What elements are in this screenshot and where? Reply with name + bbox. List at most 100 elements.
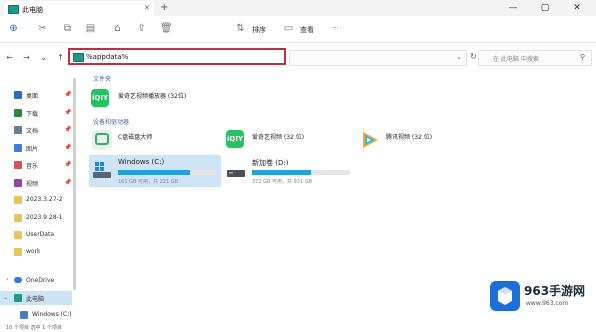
iqiyi-icon: iQIY [91, 89, 109, 107]
search-placeholder: 在 此电脑 中搜索 [493, 56, 539, 63]
rename-icon[interactable]: ⌂ [112, 23, 123, 34]
sidebar-item[interactable]: 图片 📌 [14, 141, 74, 155]
sidebar-item[interactable]: UserData [14, 228, 74, 242]
sidebar-item[interactable]: 文档 📌 [14, 123, 74, 137]
minimize-button[interactable]: — [498, 2, 528, 14]
drive-label[interactable]: 新加卷 (D:) [252, 158, 288, 168]
sidebar-item-label: Windows (C:) [32, 311, 72, 318]
folder-icon [14, 231, 22, 239]
sidebar-scrollbar[interactable] [73, 78, 76, 290]
folder-icon [14, 214, 22, 222]
windows-drive-icon [92, 160, 112, 180]
folder-icon [14, 248, 22, 256]
sidebar-item[interactable]: 下载 📌 [14, 106, 74, 120]
sort-button[interactable]: 排序 [252, 25, 266, 35]
drive-usage-bar [252, 170, 350, 175]
drive-icon [20, 311, 28, 319]
sidebar-item[interactable]: work [14, 245, 74, 259]
pin-icon: 📌 [64, 144, 72, 151]
tencent-video-icon [360, 130, 380, 150]
sidebar-item-label: work [26, 248, 41, 255]
library-icon [14, 109, 22, 117]
library-icon [14, 126, 22, 134]
new-tab-button[interactable]: + [160, 2, 168, 13]
view-icon[interactable]: ▭ [283, 23, 294, 34]
sidebar-item-label: 视频 [26, 181, 39, 188]
computer-icon [14, 294, 22, 302]
drive-detail: 161 GB 可用，共 221 GB [118, 179, 179, 185]
sidebar-item[interactable]: 2023.3.27-2 [14, 193, 74, 207]
disk-tool-icon [92, 130, 112, 150]
pin-icon: 📌 [64, 109, 72, 116]
drive-usage-bar [118, 170, 216, 175]
pin-icon: 📌 [64, 91, 72, 98]
folder-icon [14, 196, 22, 204]
drive-usage-fill [118, 170, 190, 175]
watermark-logo [490, 281, 520, 311]
sort-icon[interactable]: ⇅ [235, 23, 246, 34]
pin-icon: 📌 [64, 161, 72, 168]
sidebar-item-onedrive[interactable]: › OneDrive [6, 274, 84, 288]
sidebar-item-label: 桌面 [26, 93, 39, 100]
chevron-down-icon[interactable]: ⌄ [456, 53, 462, 61]
computer-icon [8, 5, 19, 14]
device-item-label[interactable]: 腾讯视频 (32 位) [386, 132, 432, 141]
sidebar-item[interactable]: 桌面 📌 [14, 88, 74, 102]
new-icon[interactable]: ⊕ [8, 23, 19, 34]
back-icon[interactable]: ← [5, 53, 14, 62]
view-button[interactable]: 查看 [300, 25, 314, 35]
share-icon[interactable]: ⇪ [136, 23, 147, 34]
search-icon[interactable]: ⚲ [580, 53, 585, 61]
search-box[interactable]: 在 此电脑 中搜索 ⚲ [478, 50, 592, 66]
iqiyi-icon: iQIY [226, 130, 244, 148]
sidebar-item-windows-c[interactable]: Windows (C:) [20, 308, 90, 322]
up-icon[interactable]: ↑ [56, 53, 65, 62]
sidebar-item[interactable]: 音乐 📌 [14, 158, 74, 172]
drive-icon [226, 160, 246, 180]
address-bar[interactable]: %appdata% [68, 48, 286, 65]
folder-item-label[interactable]: 爱奇艺视频播放器 (32位) [118, 91, 186, 100]
close-tab-icon[interactable]: ✕ [144, 4, 150, 12]
library-icon [14, 161, 22, 169]
maximize-button[interactable]: ▢ [530, 2, 560, 14]
chevron-down-icon[interactable]: ⌄ [3, 294, 8, 301]
paste-icon[interactable]: ▤ [85, 23, 96, 34]
tab-title: 此电脑 [22, 6, 43, 14]
device-item-label[interactable]: 爱奇艺视频 (32 位) [252, 132, 304, 141]
tab-this-pc[interactable]: 此电脑 ✕ [4, 1, 154, 16]
section-header-devices: 设备和驱动器 [93, 119, 130, 126]
sidebar-item-label: UserData [26, 231, 55, 238]
status-text: 10 个项目 选中 1 个项目 [6, 325, 62, 331]
sidebar-item[interactable]: 2023.9.28-1 [14, 211, 74, 225]
computer-icon [73, 53, 84, 62]
close-button[interactable]: ✕ [562, 2, 592, 14]
copy-icon[interactable]: ⧉ [62, 23, 73, 34]
address-bar-extension[interactable]: ⌄ [289, 50, 467, 66]
dropdown-icon[interactable]: ⌄ [39, 53, 48, 62]
drive-detail: 372 GB 可用，共 931 GB [252, 179, 313, 185]
sidebar-item-label: 此电脑 [26, 296, 45, 303]
sidebar-item-label: 2023.9.28-1 [26, 214, 63, 221]
library-icon [14, 144, 22, 152]
sidebar-item-label: 音乐 [26, 163, 39, 170]
address-input[interactable]: %appdata% [86, 53, 128, 61]
more-button[interactable]: ··· [332, 24, 339, 32]
refresh-icon[interactable]: ↻ [469, 52, 478, 61]
delete-icon[interactable]: 🗑 [160, 23, 173, 34]
watermark-url: www.963.com [526, 300, 569, 307]
cut-icon[interactable]: ✂ [37, 23, 48, 34]
library-icon [14, 179, 22, 187]
drive-label: Windows (C:) [118, 158, 165, 166]
section-header-folders: 文件夹 [93, 76, 112, 83]
sidebar-item-this-pc[interactable]: ⌄ 此电脑 [0, 291, 72, 305]
pin-icon: 📌 [64, 126, 72, 133]
device-item-label[interactable]: C盘磁盘大师 [118, 132, 152, 141]
drive-usage-fill [252, 170, 311, 175]
chevron-right-icon[interactable]: › [6, 276, 8, 283]
sidebar-item-label: 2023.3.27-2 [26, 196, 63, 203]
sidebar-item[interactable]: 视频 📌 [14, 176, 74, 190]
forward-icon[interactable]: → [22, 53, 31, 62]
sidebar-item-label: 文档 [26, 128, 39, 135]
cloud-icon [14, 277, 22, 283]
watermark-brand: 963手游网 [524, 284, 586, 298]
